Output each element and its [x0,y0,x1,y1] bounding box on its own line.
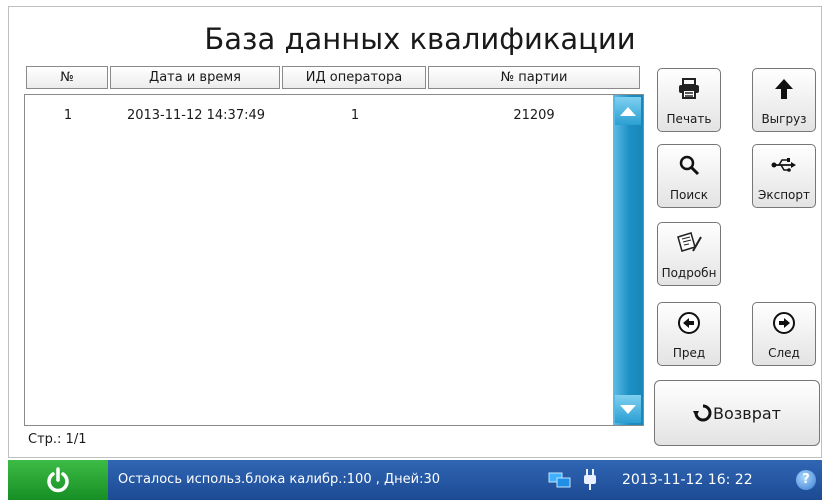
print-label: Печать [666,112,712,126]
help-icon[interactable]: ? [796,470,816,490]
search-button[interactable]: Поиск [657,144,721,208]
scroll-down-button[interactable] [615,395,641,423]
network-icon [548,472,571,488]
details-label: Подробн [661,266,717,280]
column-header-datetime[interactable]: Дата и время [110,66,280,89]
records-table: 1 2013-11-12 14:37:49 1 21209 [24,94,644,426]
page-indicator: Стр.: 1/1 [28,432,87,447]
power-plug-icon [584,469,596,490]
usb-icon [771,152,797,178]
next-button[interactable]: След [752,302,816,366]
details-button[interactable]: Подробн [657,222,721,286]
cell-datetime: 2013-11-12 14:37:49 [126,108,266,123]
column-header-number[interactable]: № [26,66,108,89]
cell-batch: 21209 [513,108,555,123]
next-label: След [768,346,800,360]
search-icon [678,152,700,178]
back-button[interactable]: Возврат [654,380,820,446]
upload-button[interactable]: Выгруз [752,68,816,132]
note-pencil-icon [675,230,703,256]
back-label: Возврат [713,403,781,423]
column-header-operator[interactable]: ИД оператора [282,66,426,89]
cell-number: 1 [63,108,73,123]
status-datetime: 2013-11-12 16: 22 [622,472,753,488]
cell-operator: 1 [350,108,360,123]
page-title: База данных квалификации [204,22,636,56]
table-row[interactable]: 1 2013-11-12 14:37:49 1 21209 [25,105,613,127]
export-button[interactable]: Экспорт [752,144,816,208]
power-button[interactable] [8,460,108,500]
search-label: Поиск [669,188,708,202]
arrow-down-icon [620,404,636,414]
prev-button[interactable]: Пред [657,302,721,366]
arrow-up-icon [774,76,794,102]
column-header-batch[interactable]: № партии [428,66,640,89]
prev-label: Пред [672,346,706,360]
printer-icon [677,76,701,102]
arrow-left-circle-icon [677,310,701,336]
export-label: Экспорт [757,188,811,202]
upload-label: Выгруз [761,112,807,126]
status-bar: Осталось использ.блока калибр.:100 , Дне… [8,460,822,500]
calibration-status: Осталось использ.блока калибр.:100 , Дне… [118,472,441,487]
return-arrow-icon [693,404,712,422]
print-button[interactable]: Печать [657,68,721,132]
arrow-right-circle-icon [772,310,796,336]
vertical-scrollbar[interactable] [613,95,643,425]
power-icon [47,467,69,493]
scroll-up-button[interactable] [615,97,641,125]
arrow-up-icon [620,106,636,116]
